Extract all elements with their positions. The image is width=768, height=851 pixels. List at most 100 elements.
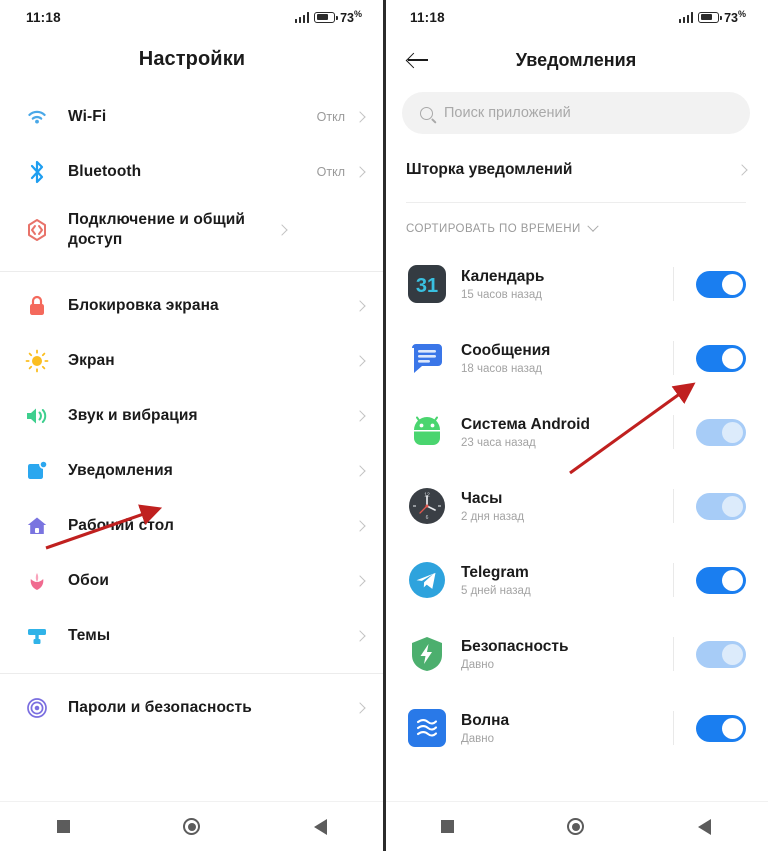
- sidebar-item-sound[interactable]: Звук и вибрация: [0, 388, 384, 443]
- app-name: Волна: [461, 711, 510, 729]
- wallpaper-icon: [22, 566, 52, 596]
- app-time: Давно: [461, 659, 495, 672]
- chevron-right-icon: [354, 464, 366, 477]
- settings-group-security: Пароли и безопасность: [0, 673, 384, 735]
- svg-text:6: 6: [426, 515, 429, 521]
- chevron-right-icon: [354, 354, 366, 367]
- app-name: Система Android: [461, 415, 590, 433]
- sidebar-item-label: Пароли и безопасность: [68, 698, 252, 716]
- calendar-app-icon: 31: [408, 265, 446, 303]
- list-item[interactable]: Telegram 5 дней назад: [384, 543, 768, 617]
- divider: [673, 711, 674, 745]
- android-app-icon: [408, 413, 446, 451]
- list-item[interactable]: 12 6 Часы 2 дня назад: [384, 469, 768, 543]
- search-input[interactable]: Поиск приложений: [402, 92, 750, 134]
- home-icon: [22, 511, 52, 541]
- chevron-right-icon: [354, 519, 366, 532]
- sidebar-item-wifi[interactable]: Wi-Fi Откл: [0, 89, 384, 144]
- app-info: Telegram 5 дней назад: [461, 563, 673, 597]
- back-triangle-icon[interactable]: [698, 818, 712, 835]
- sidebar-item-label: Обои: [68, 571, 110, 589]
- list-item[interactable]: Сообщения 18 часов назад: [384, 321, 768, 395]
- app-name: Часы: [461, 489, 503, 507]
- bluetooth-icon: [22, 157, 52, 187]
- app-notification-toggle[interactable]: [696, 640, 746, 668]
- recents-square-icon[interactable]: [56, 820, 70, 833]
- recents-square-icon[interactable]: [440, 820, 454, 833]
- sidebar-item-display[interactable]: Экран: [0, 333, 384, 388]
- wifi-icon: [22, 102, 52, 132]
- chevron-right-icon: [354, 629, 366, 642]
- screen-divider: [383, 0, 386, 851]
- app-info: Календарь 15 часов назад: [461, 267, 673, 301]
- divider: [673, 267, 674, 301]
- app-notification-toggle[interactable]: [696, 714, 746, 742]
- divider: [673, 341, 674, 375]
- app-time: 15 часов назад: [461, 289, 542, 302]
- volume-icon: [22, 401, 52, 431]
- sidebar-item-label: Рабочий стол: [68, 516, 174, 534]
- system-navbar-left: [0, 801, 384, 851]
- battery-percent: 73%: [340, 8, 362, 26]
- sidebar-item-bluetooth[interactable]: Bluetooth Откл: [0, 144, 384, 199]
- home-circle-icon[interactable]: [567, 818, 585, 835]
- system-navbar-right: [384, 801, 768, 851]
- chevron-right-icon: [354, 165, 366, 178]
- sidebar-item-label: Блокировка экрана: [68, 296, 219, 314]
- notification-icon: [22, 456, 52, 486]
- sidebar-item-passwords-security[interactable]: Пароли и безопасность: [0, 680, 384, 735]
- sidebar-item-value: Откл: [316, 109, 345, 124]
- app-time: 18 часов назад: [461, 363, 542, 376]
- back-arrow-icon[interactable]: [406, 48, 430, 72]
- status-bar-right: 11:18 73%: [384, 0, 768, 34]
- dual-screenshot-container: 11:18 73% Настройки Wi-Fi Откл Bluetooth…: [0, 0, 768, 851]
- app-time: 2 дня назад: [461, 511, 525, 524]
- svg-text:31: 31: [416, 275, 438, 297]
- brightness-icon: [22, 346, 52, 376]
- list-item[interactable]: Волна Давно: [384, 691, 768, 765]
- sort-label: СОРТИРОВАТЬ ПО ВРЕМЕНИ: [406, 223, 581, 235]
- sidebar-item-wallpaper[interactable]: Обои: [0, 553, 384, 608]
- back-triangle-icon[interactable]: [314, 818, 328, 835]
- list-item[interactable]: Безопасность Давно: [384, 617, 768, 691]
- notifications-header: Уведомления: [384, 34, 768, 86]
- themes-icon: [22, 621, 52, 651]
- app-notification-toggle[interactable]: [696, 270, 746, 298]
- app-time: 23 часа назад: [461, 437, 536, 450]
- app-name: Календарь: [461, 267, 545, 285]
- status-time: 11:18: [410, 9, 445, 25]
- chevron-down-icon: [587, 220, 599, 232]
- app-name: Безопасность: [461, 637, 569, 655]
- app-notification-toggle[interactable]: [696, 418, 746, 446]
- divider: [673, 489, 674, 523]
- page-title: Уведомления: [515, 49, 637, 70]
- page-title: Настройки: [138, 48, 246, 70]
- app-info: Сообщения 18 часов назад: [461, 341, 673, 375]
- sidebar-item-notifications[interactable]: Уведомления: [0, 443, 384, 498]
- sidebar-item-lockscreen[interactable]: Блокировка экрана: [0, 278, 384, 333]
- status-indicators: 73%: [294, 8, 362, 26]
- chevron-right-icon: [354, 574, 366, 587]
- chevron-right-icon: [276, 224, 288, 236]
- sort-control[interactable]: СОРТИРОВАТЬ ПО ВРЕМЕНИ: [384, 203, 768, 247]
- sidebar-item-connection-sharing[interactable]: Подключение и общий доступ: [0, 199, 384, 261]
- list-item[interactable]: Система Android 23 часа назад: [384, 395, 768, 469]
- sidebar-item-home-screen[interactable]: Рабочий стол: [0, 498, 384, 553]
- app-notification-toggle[interactable]: [696, 344, 746, 372]
- notifications-screen: 11:18 73% Уведомления Поиск приложений Ш…: [384, 0, 768, 851]
- home-circle-icon[interactable]: [183, 818, 201, 835]
- sidebar-item-themes[interactable]: Темы: [0, 608, 384, 663]
- app-notification-toggle[interactable]: [696, 492, 746, 520]
- app-info: Безопасность Давно: [461, 637, 673, 671]
- sidebar-item-label: Звук и вибрация: [68, 406, 198, 424]
- app-time: 5 дней назад: [461, 585, 531, 598]
- clock-app-icon: 12 6: [408, 487, 446, 525]
- fingerprint-icon: [22, 693, 52, 723]
- list-item[interactable]: 31 Календарь 15 часов назад: [384, 247, 768, 321]
- divider: [673, 563, 674, 597]
- app-notification-toggle[interactable]: [696, 566, 746, 594]
- battery-icon: [698, 11, 722, 23]
- sidebar-item-label: Уведомления: [68, 461, 173, 479]
- sidebar-item-label: Темы: [68, 626, 111, 644]
- notification-shade-row[interactable]: Шторка уведомлений: [384, 144, 768, 196]
